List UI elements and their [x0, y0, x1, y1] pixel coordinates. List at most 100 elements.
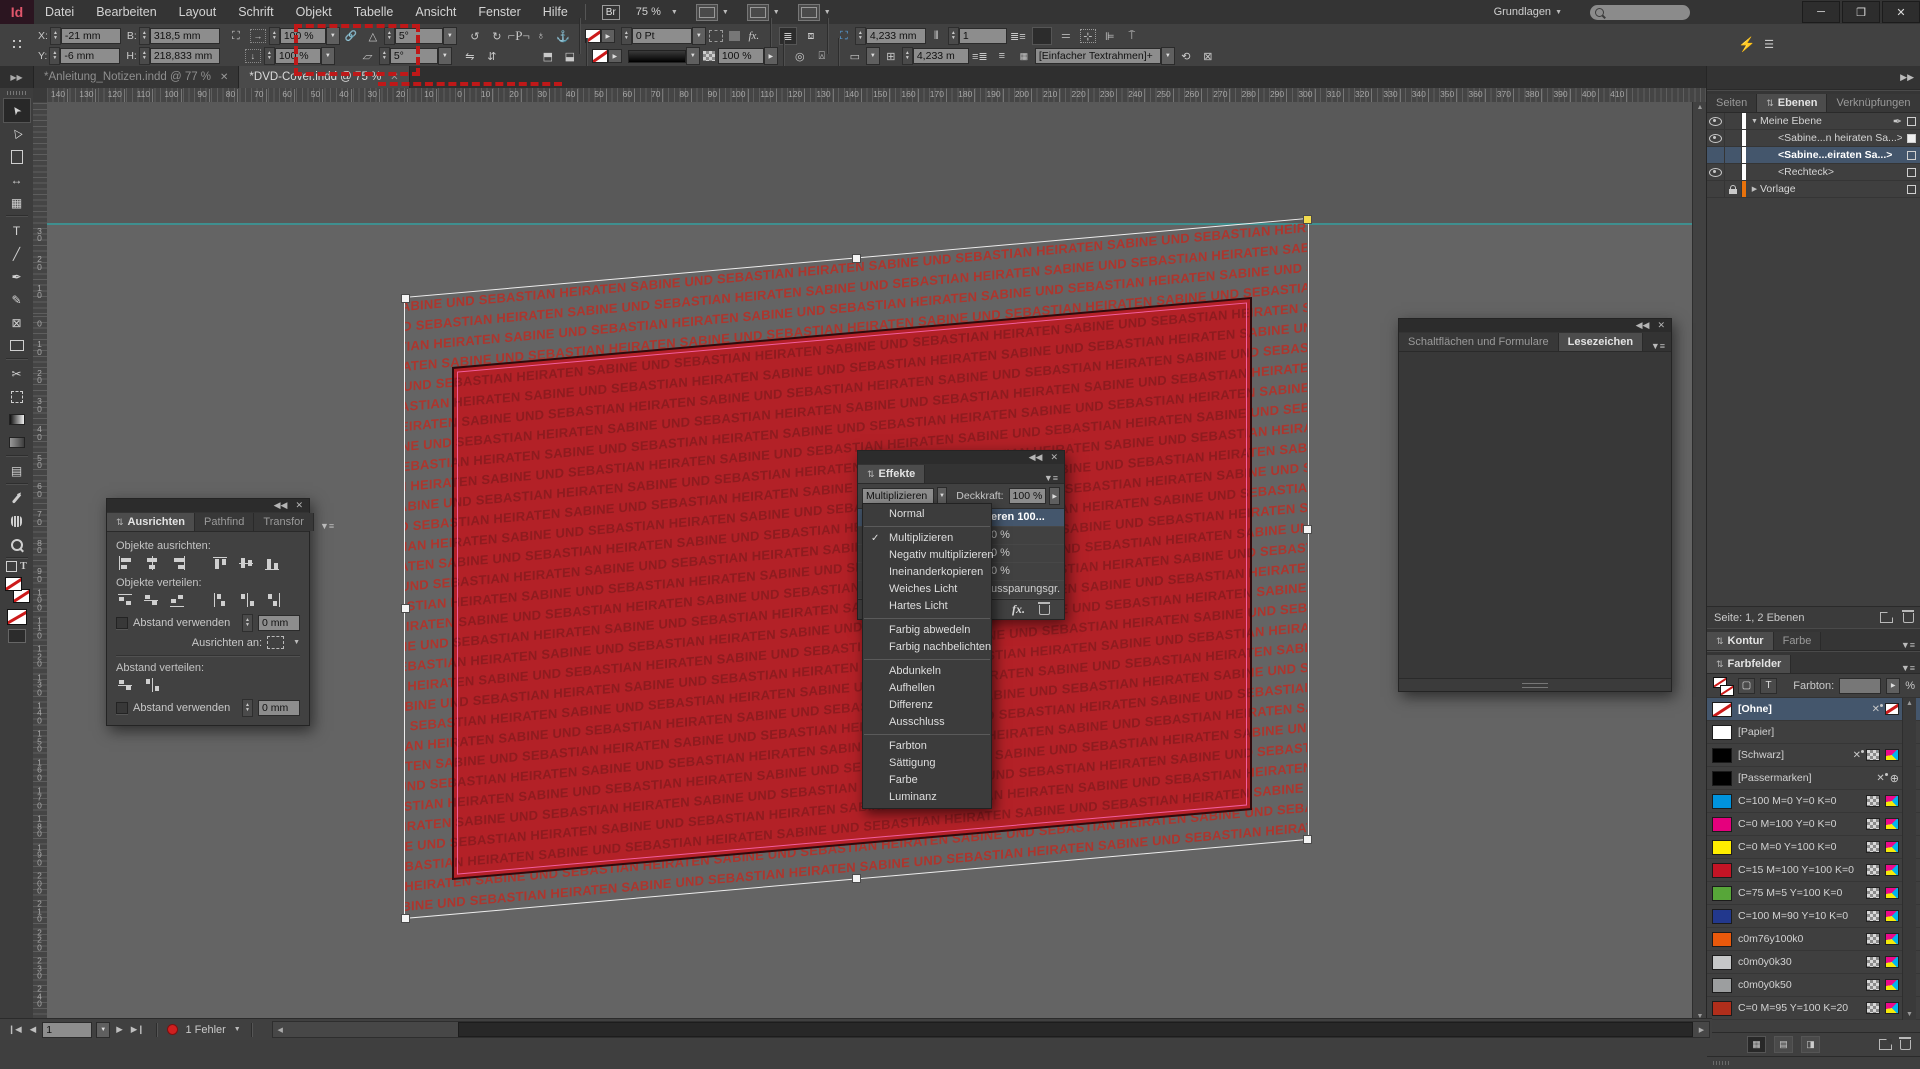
quick-apply-lightning-icon[interactable]: ⚡	[1739, 36, 1755, 52]
blend-option-negativ-multiplizieren[interactable]: Negativ multiplizieren	[863, 547, 991, 564]
align-left-edges-icon[interactable]: ⊫	[1102, 28, 1118, 44]
paragraph-style-icon[interactable]: ≡≣	[972, 48, 988, 64]
x-field[interactable]: -21 mm	[61, 28, 121, 44]
swatch-row[interactable]: C=100 M=0 Y=0 K=0	[1707, 790, 1920, 813]
bridge-button[interactable]: Br	[602, 5, 620, 20]
blend-option-weiches-licht[interactable]: Weiches Licht	[863, 581, 991, 598]
blend-mode-select[interactable]: Multiplizieren	[862, 488, 934, 504]
swatch-row[interactable]: C=0 M=0 Y=100 K=0	[1707, 836, 1920, 859]
visibility-cell[interactable]	[1707, 147, 1725, 163]
stroke-weight-field[interactable]: 0 Pt	[632, 28, 692, 44]
gradient-feather-tool[interactable]	[4, 431, 30, 454]
gap-tool[interactable]: ↔	[4, 168, 30, 191]
corner-options-icon[interactable]: ▭	[847, 48, 863, 64]
y-stepper[interactable]: ▲▼	[49, 47, 60, 65]
tab-ebenen[interactable]: ⇅Ebenen	[1757, 94, 1827, 112]
type-tool[interactable]: T	[4, 219, 30, 242]
inset-field[interactable]: 4,233 mm	[866, 28, 926, 44]
lock-cell[interactable]	[1725, 147, 1742, 163]
blend-option-ausschluss[interactable]: Ausschluss	[863, 714, 991, 731]
inset-stepper[interactable]: ▲▼	[855, 27, 866, 45]
align-bottom-button[interactable]	[265, 556, 282, 570]
menu-hilfe[interactable]: Hilfe	[532, 0, 579, 24]
blend-option-farbe[interactable]: Farbe	[863, 772, 991, 789]
tab-ausrichten[interactable]: ⇅Ausrichten	[107, 513, 195, 531]
distribute-vspace-button[interactable]	[118, 678, 135, 692]
layer-row[interactable]: <Sabine...n heiraten Sa...>	[1707, 130, 1920, 147]
preflight-error-icon[interactable]	[167, 1024, 178, 1035]
tab-kontur[interactable]: ⇅Kontur	[1707, 632, 1774, 650]
direct-selection-tool[interactable]: ▷	[4, 122, 30, 145]
shear-stepper[interactable]: ▲▼	[379, 47, 390, 65]
workspace-switcher[interactable]: Grundlagen ▼	[1494, 6, 1562, 18]
blend-option-farbton[interactable]: Farbton	[863, 738, 991, 755]
paragraph-lines-icon[interactable]: ≣≡	[1010, 28, 1026, 44]
chevron-down-icon[interactable]: ▼	[321, 47, 335, 65]
visibility-cell[interactable]	[1707, 164, 1725, 180]
layer-selection-square[interactable]	[1907, 185, 1916, 194]
height-stepper[interactable]: ▲▼	[139, 47, 150, 65]
layer-selection-square[interactable]	[1907, 151, 1916, 160]
selection-tool[interactable]: ➤	[4, 99, 30, 122]
blend-option-ineinanderkopieren[interactable]: Ineinanderkopieren	[863, 564, 991, 581]
lock-cell[interactable]	[1725, 130, 1742, 146]
x-stepper[interactable]: ▲▼	[50, 27, 61, 45]
apply-to-text-button[interactable]: T	[1760, 678, 1777, 694]
text-wrap-top-icon[interactable]: ⍓	[814, 48, 830, 64]
shadow-icon[interactable]	[729, 31, 740, 41]
chevron-right-icon[interactable]: ▶	[601, 29, 615, 43]
hand-tool[interactable]	[4, 510, 30, 533]
stroke-weight-stepper[interactable]: ▲▼	[621, 27, 632, 45]
swatch-row[interactable]: C=75 M=5 Y=100 K=0	[1707, 882, 1920, 905]
search-input[interactable]	[1590, 5, 1690, 20]
chevron-right-icon[interactable]: ▶	[1886, 678, 1900, 694]
text-columns-icon[interactable]: ≣	[779, 27, 797, 45]
fx-menu-icon[interactable]: fx.	[746, 28, 762, 44]
tab-schaltflaechen-und-formulare[interactable]: Schaltflächen und Formulare	[1399, 333, 1559, 351]
columns-stepper[interactable]: ▲▼	[948, 27, 959, 45]
pen-tool[interactable]: ✒	[4, 265, 30, 288]
selection-handle[interactable]	[401, 914, 410, 923]
arrange-documents-button[interactable]	[798, 4, 820, 21]
visibility-cell[interactable]	[1707, 181, 1725, 197]
layer-row[interactable]: <Sabine...eiraten Sa...>	[1707, 147, 1920, 164]
panel-grip[interactable]	[7, 91, 27, 95]
chevron-right-icon[interactable]: ▶	[764, 47, 778, 65]
baseline-box-icon[interactable]	[1032, 27, 1052, 45]
delete-layer-icon[interactable]	[1903, 613, 1914, 623]
apply-to-container-button[interactable]	[6, 561, 17, 572]
object-style-grid-icon[interactable]: ▦	[1016, 48, 1032, 64]
distribute-left-button[interactable]	[213, 593, 230, 607]
blend-option-s-ttigung[interactable]: Sättigung	[863, 755, 991, 772]
panel-resize-grip[interactable]	[1522, 683, 1548, 688]
menu-datei[interactable]: Datei	[34, 0, 85, 24]
rotate-cw-icon[interactable]: ↻	[489, 28, 505, 44]
ruler-guide[interactable]	[47, 223, 1692, 225]
scroll-right-icon[interactable]: ▶	[1694, 1022, 1709, 1037]
window-close-button[interactable]: ✕	[1882, 1, 1920, 23]
chevron-down-icon[interactable]: ▼	[1161, 47, 1175, 65]
layer-selection-square[interactable]	[1907, 168, 1916, 177]
rotation-field[interactable]: 5°	[395, 28, 443, 44]
chevron-down-icon[interactable]: ▼	[326, 27, 340, 45]
note-tool[interactable]: ▤	[4, 459, 30, 482]
text-frame-icon[interactable]: ⧈	[803, 28, 819, 44]
chevron-down-icon[interactable]: ▼	[686, 47, 700, 65]
close-icon[interactable]: ✕	[220, 67, 228, 88]
columns-field[interactable]: 1	[959, 28, 1007, 44]
line-tool[interactable]: ╱	[4, 242, 30, 265]
expand-icon[interactable]: ▶	[1749, 185, 1760, 193]
spacing-field[interactable]: 0 mm	[258, 615, 300, 631]
screen-mode-button[interactable]	[747, 4, 769, 21]
collapse-panel-icon[interactable]: ◀◀	[274, 500, 288, 511]
swatch-row[interactable]: [Passermarken]✕⊕	[1707, 767, 1920, 790]
scissors-tool[interactable]: ✂	[4, 362, 30, 385]
gutter-stepper[interactable]: ▲▼	[902, 47, 913, 65]
constrain-proxy-icon[interactable]: ⛶	[228, 28, 244, 44]
page-number-field[interactable]: 1	[42, 1022, 92, 1038]
selection-handle[interactable]	[1303, 215, 1312, 224]
expand-icon[interactable]: ▼	[1749, 118, 1760, 125]
menu-layout[interactable]: Layout	[168, 0, 228, 24]
opacity-field[interactable]: 100 %	[718, 48, 764, 64]
flip-horizontal-icon[interactable]: ⇋	[462, 48, 478, 64]
